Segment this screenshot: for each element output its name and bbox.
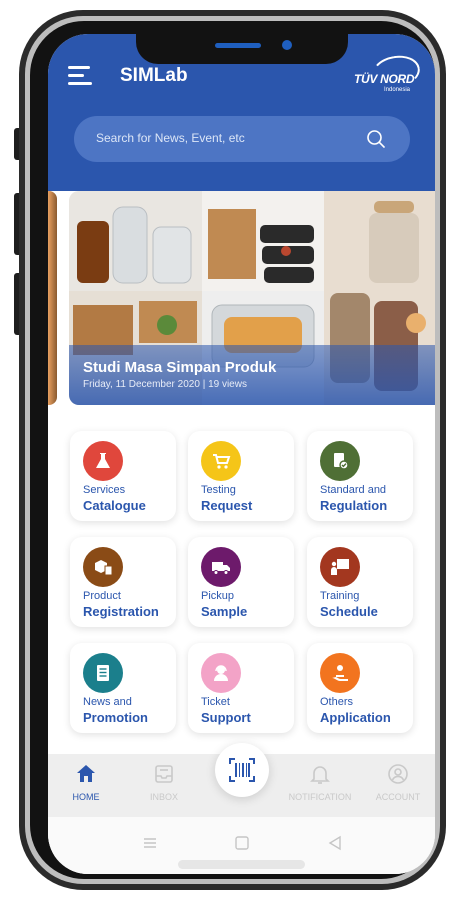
document-check-icon (320, 441, 360, 481)
cart-icon (201, 441, 241, 481)
flask-icon (83, 441, 123, 481)
menu-tile-caption: Ticket (201, 696, 230, 708)
speaker-grille (215, 43, 261, 48)
banner-title: Studi Masa Simpan Produk (83, 359, 277, 376)
menu-tile-label: Registration (83, 604, 159, 619)
news-banner[interactable]: Studi Masa Simpan Produk Friday, 11 Dece… (69, 191, 435, 405)
barcode-icon (229, 758, 255, 782)
menu-tile-caption: Testing (201, 484, 236, 496)
menu-tile-caption: Training (320, 590, 360, 602)
home-square-icon[interactable] (232, 833, 252, 853)
newspaper-icon (83, 653, 123, 693)
brand-logo: TÜV NORD Indonesia (354, 52, 423, 98)
back-icon[interactable] (325, 833, 345, 853)
front-camera (282, 40, 292, 50)
banner-meta: Friday, 11 December 2020 | 19 views (83, 379, 247, 390)
menu-tile-caption: News and (83, 696, 132, 708)
presentation-icon (320, 547, 360, 587)
nav-notification-label: NOTIFICATION (288, 792, 352, 802)
search-input[interactable]: Search for News, Event, etc (96, 131, 245, 145)
barcode-scan-button[interactable] (215, 743, 269, 797)
menu-tile-label: Support (201, 710, 251, 725)
menu-tile-label: Catalogue (83, 498, 146, 513)
menu-tile-caption: Product (83, 590, 121, 602)
system-nav-bar (48, 817, 435, 874)
menu-tile-label: Regulation (320, 498, 388, 513)
app-screen: SIMLab TÜV NORD Indonesia Search for New… (48, 34, 435, 874)
search-bar[interactable]: Search for News, Event, etc (74, 116, 410, 162)
nav-account[interactable]: ACCOUNT (360, 762, 435, 808)
menu-tile-pickup-sample[interactable]: Pickup Sample (188, 537, 294, 627)
menu-tile-standard-regulation[interactable]: Standard and Regulation (307, 431, 413, 521)
menu-tile-label: Promotion (83, 710, 148, 725)
app-title: SIMLab (120, 65, 188, 86)
camera-notch (136, 34, 348, 64)
banner-image (69, 191, 202, 291)
menu-icon[interactable] (68, 66, 94, 86)
nav-notification[interactable]: NOTIFICATION (282, 762, 358, 808)
menu-tile-caption: Services (83, 484, 126, 496)
menu-tile-others-application[interactable]: Others Application (307, 643, 413, 733)
nav-home-label: HOME (72, 792, 100, 802)
nav-account-label: ACCOUNT (375, 792, 421, 802)
menu-tile-label: Schedule (320, 604, 378, 619)
menu-tile-caption: Standard and (320, 484, 387, 496)
menu-tile-training-schedule[interactable]: Training Schedule (307, 537, 413, 627)
menu-tile-ticket-support[interactable]: Ticket Support (188, 643, 294, 733)
menu-tile-testing-request[interactable]: Testing Request (188, 431, 294, 521)
menu-tile-news-promotion[interactable]: News and Promotion (70, 643, 176, 733)
bell-icon (310, 766, 330, 784)
support-agent-icon (201, 653, 241, 693)
recent-apps-icon[interactable] (140, 833, 160, 853)
previous-slide-peek[interactable] (48, 191, 57, 405)
truck-icon (201, 547, 241, 587)
nav-home[interactable]: HOME (48, 762, 124, 808)
home-indicator[interactable] (178, 860, 305, 869)
menu-tile-label: Sample (201, 604, 248, 619)
user-icon (388, 764, 408, 784)
inbox-icon (155, 765, 173, 783)
menu-tile-label: Application (320, 710, 391, 725)
home-icon (77, 765, 95, 782)
boxes-icon (83, 547, 123, 587)
nav-inbox[interactable]: INBOX (126, 762, 202, 808)
menu-tile-services-catalogue[interactable]: Services Catalogue (70, 431, 176, 521)
nav-inbox-label: INBOX (149, 792, 178, 802)
banner-image (202, 191, 324, 291)
menu-tile-label: Request (201, 498, 253, 513)
menu-tile-product-registration[interactable]: Product Registration (70, 537, 176, 627)
search-icon[interactable] (366, 129, 386, 149)
menu-tile-caption: Others (320, 696, 354, 708)
hand-user-icon (320, 653, 360, 693)
menu-tile-caption: Pickup (201, 590, 235, 602)
